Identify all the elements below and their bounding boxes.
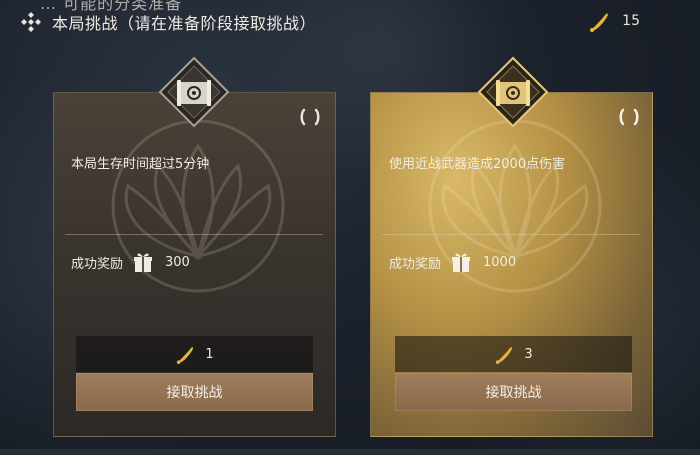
horn-icon [177, 346, 194, 364]
reward-label: 成功奖励 [389, 256, 442, 272]
cost-value: 3 [524, 346, 533, 362]
refresh-icon[interactable] [298, 105, 322, 129]
scroll-badge-icon [158, 56, 230, 128]
accept-challenge-button[interactable]: 接取挑战 [395, 373, 632, 411]
horn-icon [590, 13, 609, 32]
cost-bar: 1 [76, 336, 313, 372]
cost-bar: 3 [395, 336, 632, 372]
challenge-header: 本局挑战（请在准备阶段接取挑战） [20, 10, 316, 34]
reward-row: 成功奖励 1000 [389, 250, 516, 274]
diamond-cross-icon [21, 12, 41, 32]
page-title: 本局挑战（请在准备阶段接取挑战） [52, 14, 317, 33]
currency-count: 15 [622, 13, 640, 29]
accept-challenge-button[interactable]: 接取挑战 [76, 373, 313, 411]
divider [382, 234, 640, 235]
refresh-icon[interactable] [617, 105, 641, 129]
scroll-badge-icon [477, 56, 549, 128]
bottom-bar [0, 449, 700, 455]
gift-box-icon [452, 253, 471, 272]
reward-row: 成功奖励 300 [71, 250, 190, 274]
reward-value: 1000 [483, 254, 517, 270]
task-description: 使用近战武器造成2000点伤害 [389, 157, 566, 172]
currency-display: 15 [588, 10, 640, 32]
horn-icon [496, 346, 513, 364]
gift-box-icon [134, 253, 153, 272]
reward-label: 成功奖励 [71, 256, 124, 272]
reward-value: 300 [165, 254, 190, 270]
divider [65, 234, 323, 235]
cost-value: 1 [205, 346, 214, 362]
task-description: 本局生存时间超过5分钟 [71, 157, 210, 172]
